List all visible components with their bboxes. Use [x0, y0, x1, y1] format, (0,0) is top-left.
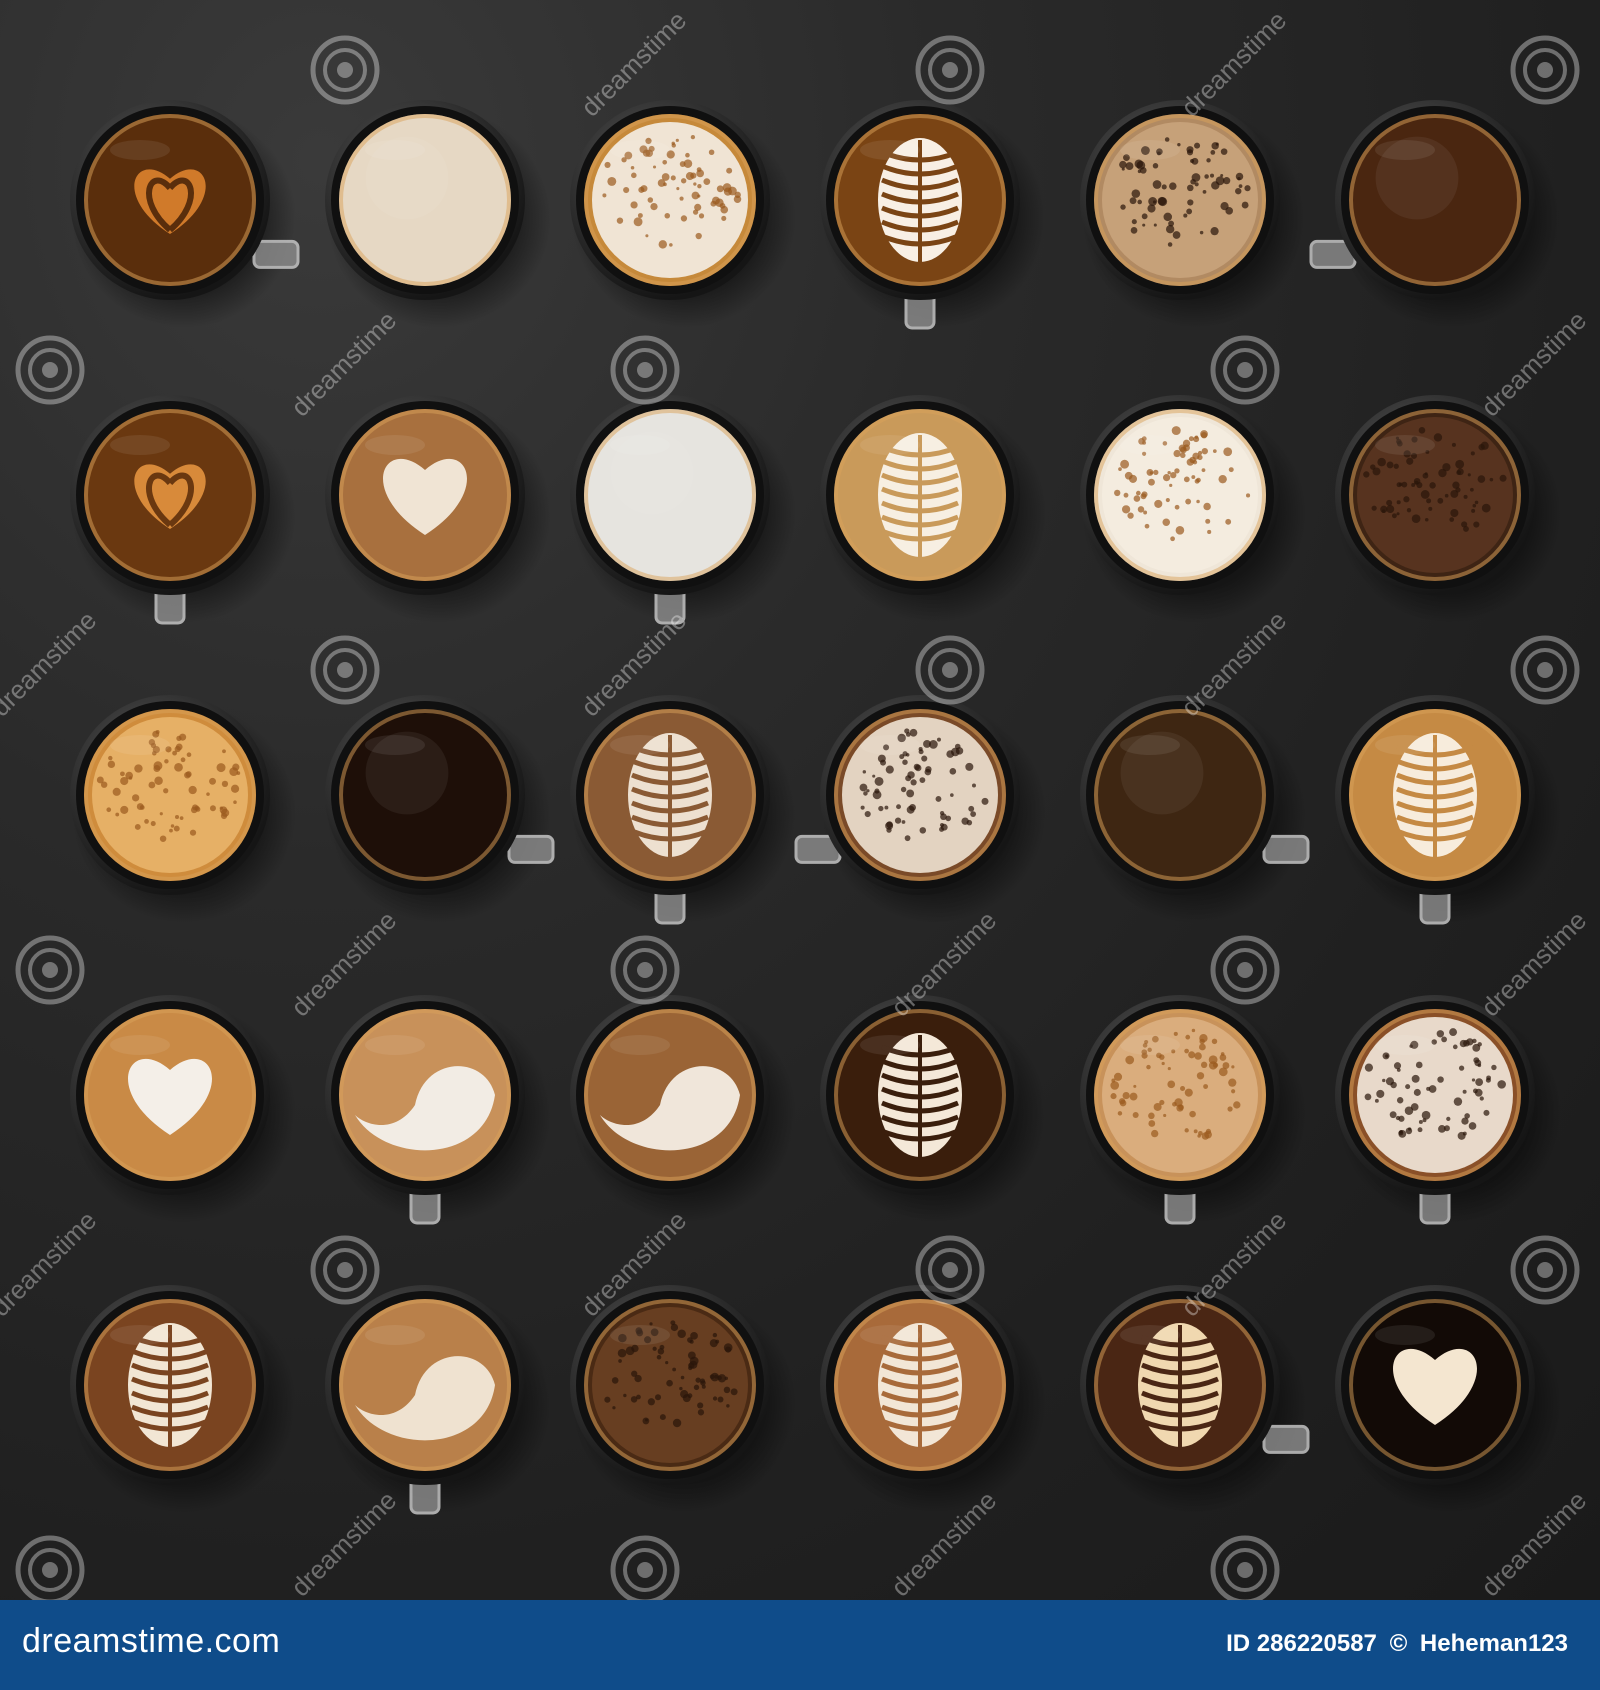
dreamstime-spiral-icon	[15, 1535, 85, 1600]
coffee-cup	[570, 395, 796, 625]
dreamstime-spiral-icon	[310, 635, 380, 705]
dreamstime-spiral-icon	[15, 335, 85, 405]
coffee-cup	[325, 695, 555, 923]
coffee-cup	[820, 1285, 1046, 1513]
image-id-credit: ID 286220587 © Heheman123	[1226, 1630, 1574, 1658]
dreamstime-spiral-icon	[310, 35, 380, 105]
coffee-cup	[1080, 995, 1306, 1225]
image-id: ID 286220587	[1226, 1630, 1377, 1657]
dreamstime-spiral-icon	[1510, 1235, 1580, 1305]
coffee-cup	[1335, 395, 1561, 623]
dreamstime-spiral-icon	[915, 35, 985, 105]
dreamstime-spiral-icon	[310, 1235, 380, 1305]
coffee-cup	[570, 995, 796, 1223]
coffee-cup	[1335, 1285, 1561, 1513]
dreamstime-spiral-icon	[610, 935, 680, 1005]
watermark-text: dreamstime	[1175, 5, 1292, 122]
coffee-cup	[794, 695, 1046, 923]
coffee-cup	[325, 1285, 551, 1515]
watermark-text: dreamstime	[1475, 905, 1592, 1022]
dreamstime-spiral-icon	[1210, 1535, 1280, 1600]
dreamstime-spiral-icon	[1510, 635, 1580, 705]
watermark-text: dreamstime	[0, 605, 102, 722]
watermark-text: dreamstime	[0, 1205, 102, 1322]
dreamstime-spiral-icon	[1510, 35, 1580, 105]
coffee-cups-photo: dreamstime dreamstime dreamstime dreamstime…	[0, 0, 1600, 1600]
coffee-cup	[325, 395, 551, 623]
coffee-cup	[70, 100, 300, 328]
dreamstime-spiral-icon	[1210, 335, 1280, 405]
cups-group	[70, 100, 1561, 1515]
coffee-cup	[1080, 695, 1310, 923]
coffee-cup	[70, 995, 296, 1223]
coffee-cup	[820, 395, 1046, 623]
dreamstime-spiral-icon	[915, 635, 985, 705]
coffee-cup	[570, 100, 796, 328]
brand-text[interactable]: dreamstime.com	[22, 1622, 280, 1661]
coffee-cup	[1309, 100, 1561, 328]
coffee-cup	[570, 695, 796, 925]
coffee-cup	[820, 100, 1046, 330]
coffee-cup	[1335, 695, 1561, 925]
watermark-text: dreamstime	[285, 1485, 402, 1600]
coffee-cup	[70, 1285, 296, 1513]
dreamstime-spiral-icon	[1210, 935, 1280, 1005]
photo-canvas: dreamstime dreamstime dreamstime dreamstime…	[0, 5, 1592, 1600]
dreamstime-spiral-icon	[15, 935, 85, 1005]
attribution-bar: dreamstime.com ID 286220587 © Heheman123	[0, 1600, 1600, 1690]
coffee-cup	[1335, 995, 1561, 1225]
coffee-cup	[1080, 395, 1306, 623]
coffee-cup	[325, 100, 551, 328]
coffee-cup	[570, 1285, 796, 1513]
author-name[interactable]: Heheman123	[1420, 1630, 1568, 1657]
coffee-cup	[1080, 100, 1306, 328]
copyright-icon: ©	[1389, 1630, 1408, 1657]
coffee-cup	[325, 995, 551, 1225]
coffee-cup	[820, 995, 1046, 1223]
coffee-cup	[70, 695, 296, 923]
coffee-cup	[70, 395, 296, 625]
watermark-text: dreamstime	[1475, 305, 1592, 422]
dreamstime-spiral-icon	[610, 335, 680, 405]
dreamstime-spiral-icon	[610, 1535, 680, 1600]
